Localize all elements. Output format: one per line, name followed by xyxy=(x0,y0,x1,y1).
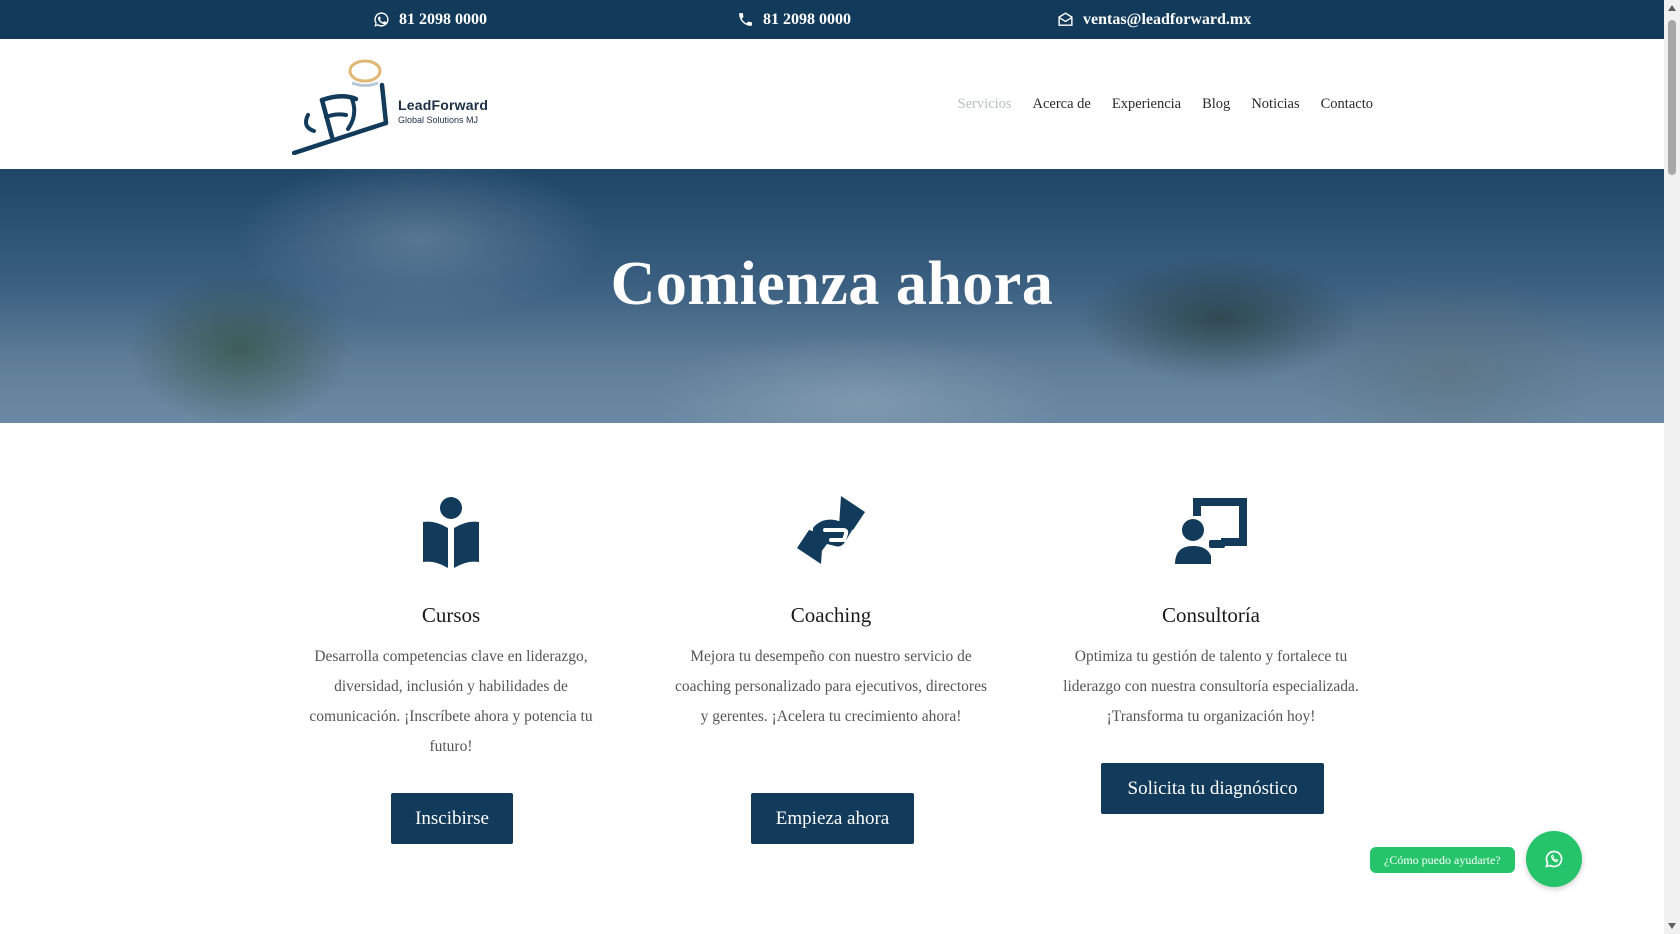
service-cursos: Cursos Desarrolla competencias clave en … xyxy=(286,490,616,762)
nav-blog[interactable]: Blog xyxy=(1202,96,1230,113)
nav-contacto[interactable]: Contacto xyxy=(1321,96,1373,113)
envelope-open-icon xyxy=(1058,12,1073,26)
nav-servicios[interactable]: Servicios xyxy=(958,96,1012,113)
inscribirse-button[interactable]: Inscibirse xyxy=(391,793,513,844)
reading-person-icon xyxy=(411,490,491,570)
main-nav: Servicios Acerca de Experiencia Blog Not… xyxy=(958,39,1373,169)
phone-contact[interactable]: 81 2098 0000 xyxy=(737,0,851,39)
whatsapp-icon xyxy=(1545,850,1563,868)
handshake-icon xyxy=(791,490,871,570)
service-description: Desarrolla competencias clave en lideraz… xyxy=(309,648,593,755)
nav-experiencia[interactable]: Experiencia xyxy=(1112,96,1181,113)
service-title: Coaching xyxy=(790,603,872,627)
page-scrollbar[interactable] xyxy=(1664,0,1680,934)
scrollbar-thumb[interactable] xyxy=(1668,20,1676,175)
hero-banner: Comienza ahora xyxy=(0,169,1664,423)
hero-title: Comienza ahora xyxy=(610,250,1054,318)
logo-tagline: Global Solutions MJ xyxy=(398,115,479,125)
phone-number: 81 2098 0000 xyxy=(763,10,851,28)
whatsapp-contact[interactable]: 81 2098 0000 xyxy=(373,0,487,39)
contact-bar: 81 2098 0000 81 2098 0000 ventas@leadfor… xyxy=(0,0,1664,39)
solicita-diagnostico-button[interactable]: Solicita tu diagnóstico xyxy=(1101,763,1324,814)
phone-icon xyxy=(739,13,752,26)
leadforward-logo[interactable]: LeadForward Global Solutions MJ xyxy=(291,55,492,156)
empieza-ahora-button[interactable]: Empieza ahora xyxy=(751,793,914,844)
service-consultoria: Consultoría Optimiza tu gestión de talen… xyxy=(1046,490,1376,732)
whatsapp-icon xyxy=(374,12,389,27)
service-coaching: Coaching Mejora tu desempeño con nuestro… xyxy=(666,490,996,732)
scroll-down-arrow-icon[interactable] xyxy=(1668,923,1676,929)
email-contact[interactable]: ventas@leadforward.mx xyxy=(1057,0,1251,39)
email-address: ventas@leadforward.mx xyxy=(1083,10,1252,28)
whatsapp-chat-button[interactable] xyxy=(1526,831,1582,887)
service-title: Cursos xyxy=(421,603,481,627)
nav-acerca-de[interactable]: Acerca de xyxy=(1033,96,1091,113)
whatsapp-number: 81 2098 0000 xyxy=(399,10,487,28)
scroll-up-arrow-icon[interactable] xyxy=(1668,5,1676,11)
service-description: Mejora tu desempeño con nuestro servicio… xyxy=(674,648,987,725)
presenter-board-icon xyxy=(1171,490,1251,570)
service-title: Consultoría xyxy=(1162,603,1260,627)
service-description: Optimiza tu gestión de talento y fortale… xyxy=(1063,648,1359,725)
logo-brand: LeadForward xyxy=(398,97,489,113)
nav-noticias[interactable]: Noticias xyxy=(1251,96,1299,113)
chat-help-label[interactable]: ¿Cómo puedo ayudarte? xyxy=(1370,847,1515,873)
site-header: LeadForward Global Solutions MJ Servicio… xyxy=(0,39,1664,169)
